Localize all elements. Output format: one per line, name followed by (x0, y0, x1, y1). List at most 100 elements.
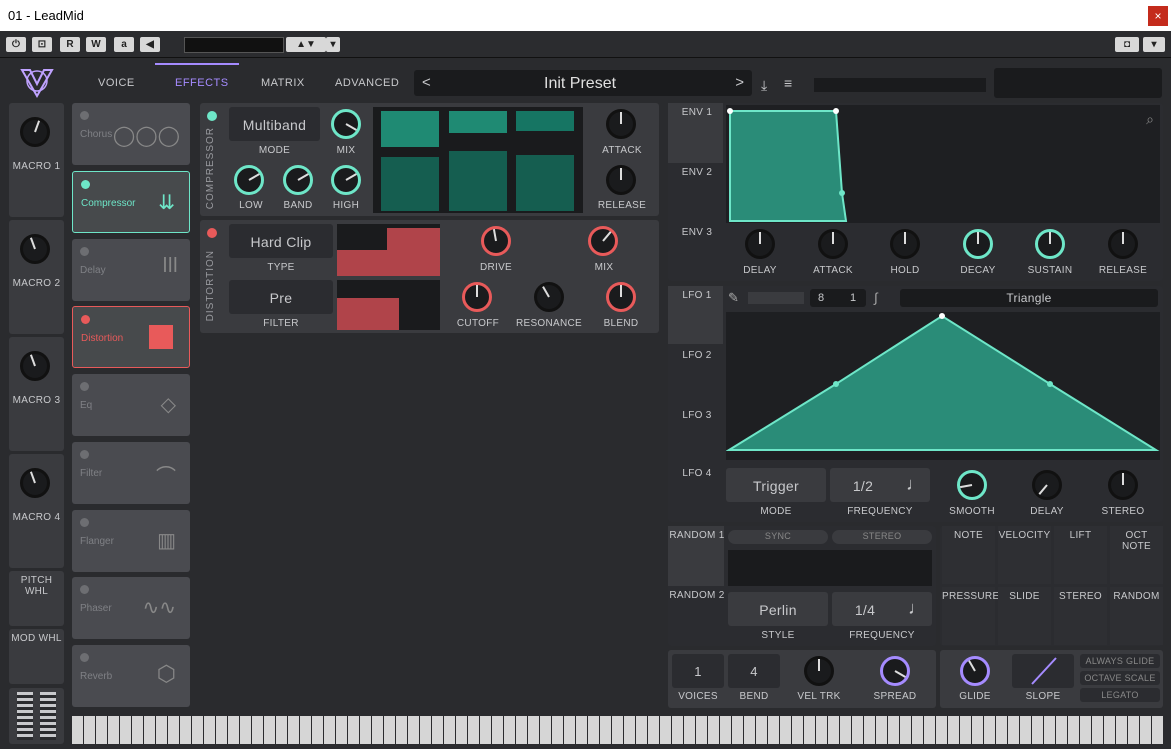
mod-source-pressure[interactable]: PRESSURE (942, 587, 999, 645)
mod-source-random[interactable]: RANDOM (1110, 587, 1163, 645)
macro-1-label[interactable]: MACRO 1 (9, 161, 64, 172)
save-icon[interactable]: ⤓ (761, 77, 767, 94)
keyboard[interactable] (72, 716, 1163, 744)
compressor-mode-select[interactable]: Multiband (229, 107, 320, 141)
mod-source-slide[interactable]: SLIDE (998, 587, 1051, 645)
random-frequency-select[interactable]: 1/4 ♩ (832, 592, 932, 626)
lfo-grid-size[interactable]: 8 1 (810, 289, 866, 307)
fx-toggle[interactable] (80, 585, 89, 594)
lfo-tab-3[interactable]: LFO 3 (668, 406, 723, 464)
random-tab-2[interactable]: RANDOM 2 (668, 586, 724, 646)
lfo-shape-selector[interactable]: Triangle (900, 289, 1158, 307)
always-glide-toggle[interactable]: ALWAYS GLIDE (1080, 654, 1160, 668)
distortion-type-select[interactable]: Hard Clip (229, 224, 333, 258)
fx-reverb[interactable]: Reverb ⬡ (72, 645, 190, 707)
compressor-band-knob[interactable] (283, 165, 313, 195)
lfo-tab-4[interactable]: LFO 4 (668, 464, 723, 522)
band-high-threshold[interactable] (516, 111, 574, 131)
host-preset-field[interactable] (184, 37, 284, 53)
distortion-mix-knob[interactable] (588, 226, 618, 256)
fx-toggle[interactable] (80, 111, 89, 120)
host-menu-icon[interactable]: ▾ (1143, 37, 1165, 52)
band-high-ratio[interactable] (516, 155, 574, 211)
distortion-drive-knob[interactable] (481, 226, 511, 256)
distortion-toggle[interactable] (207, 228, 217, 238)
fx-flanger[interactable]: Flanger ▥ (72, 510, 190, 572)
legato-toggle[interactable]: LEGATO (1080, 688, 1160, 702)
compressor-band-display[interactable] (373, 107, 583, 213)
env-sustain-knob[interactable] (1035, 229, 1065, 259)
volume-meter[interactable] (814, 78, 986, 92)
host-dropdown-icon[interactable]: ▾ (326, 37, 340, 52)
compare-icon[interactable]: ⊡ (32, 37, 52, 52)
macro-4-knob[interactable] (20, 468, 50, 498)
env-release-knob[interactable] (1108, 229, 1138, 259)
compressor-mix-knob[interactable] (331, 109, 361, 139)
random-style-select[interactable]: Perlin (728, 592, 828, 626)
tab-advanced[interactable]: ADVANCED (335, 77, 399, 89)
fx-delay[interactable]: Delay ǀǀǀ (72, 239, 190, 301)
distortion-filter-display[interactable] (337, 280, 440, 330)
macro-2-label[interactable]: MACRO 2 (9, 278, 64, 289)
fx-toggle[interactable] (80, 653, 89, 662)
lfo-waveform[interactable] (725, 312, 1160, 460)
lfo-tab-2[interactable]: LFO 2 (668, 346, 723, 404)
smooth-slider[interactable] (748, 292, 804, 304)
compressor-attack-knob[interactable] (606, 109, 636, 139)
lfo-mode-select[interactable]: Trigger (726, 468, 826, 502)
macro-1-knob[interactable] (20, 117, 50, 147)
tab-voice[interactable]: VOICE (98, 77, 135, 89)
mod-source-velocity[interactable]: VELOCITY (998, 526, 1051, 584)
lfo-grid-x[interactable]: 8 (818, 292, 824, 304)
lfo-stereo-knob[interactable] (1108, 470, 1138, 500)
env-attack-knob[interactable] (818, 229, 848, 259)
automation-icon[interactable]: a (114, 37, 134, 52)
menu-icon[interactable]: ≡ (784, 75, 792, 91)
mod-source-oct-note[interactable]: OCT NOTE (1110, 526, 1163, 584)
glide-knob[interactable] (960, 656, 990, 686)
fx-toggle[interactable] (80, 518, 89, 527)
paint-brush-icon[interactable]: ✎ (728, 290, 739, 306)
pitch-wheel-strip[interactable] (17, 692, 33, 740)
fx-toggle[interactable] (81, 315, 90, 324)
random-sync-toggle[interactable]: SYNC (728, 530, 828, 544)
band-low-ratio[interactable] (381, 157, 439, 211)
mod-wheel[interactable]: MOD WHL (9, 629, 64, 684)
camera-icon[interactable]: ◘ (1115, 37, 1139, 52)
random-tab-1[interactable]: RANDOM 1 (668, 526, 724, 586)
distortion-cutoff-knob[interactable] (462, 282, 492, 312)
env-delay-knob[interactable] (745, 229, 775, 259)
env-tab-2[interactable]: ENV 2 (668, 163, 723, 223)
mod-wheel-strip[interactable] (40, 692, 56, 740)
env-graph[interactable]: ⌕ (726, 105, 1160, 223)
distortion-filter-select[interactable]: Pre (229, 280, 333, 314)
lfo-smooth-knob[interactable] (957, 470, 987, 500)
close-button[interactable]: × (1148, 6, 1168, 26)
compressor-low-knob[interactable] (234, 165, 264, 195)
compressor-release-knob[interactable] (606, 165, 636, 195)
spread-knob[interactable] (880, 656, 910, 686)
macro-2-knob[interactable] (20, 234, 50, 264)
fx-toggle[interactable] (80, 247, 89, 256)
band-mid-ratio[interactable] (449, 151, 507, 211)
wheels-widget[interactable] (9, 688, 64, 744)
bend-field[interactable]: 4 (728, 654, 780, 688)
fx-toggle[interactable] (80, 450, 89, 459)
preset-prev-button[interactable]: < (422, 74, 431, 91)
mod-source-stereo[interactable]: STEREO (1054, 587, 1107, 645)
read-button[interactable]: R (60, 37, 80, 52)
env-tab-1[interactable]: ENV 1 (668, 103, 723, 163)
distortion-blend-knob[interactable] (606, 282, 636, 312)
env-curve[interactable] (726, 105, 1160, 223)
preset-next-button[interactable]: > (735, 74, 744, 91)
zoom-icon[interactable]: ⌕ (1146, 111, 1154, 128)
fx-filter[interactable]: Filter ⌒ (72, 442, 190, 504)
macro-3-knob[interactable] (20, 351, 50, 381)
mod-source-note[interactable]: NOTE (942, 526, 995, 584)
tab-matrix[interactable]: MATRIX (261, 77, 305, 89)
curve-icon[interactable]: ∫ (874, 290, 878, 305)
lfo-delay-knob[interactable] (1032, 470, 1062, 500)
fx-toggle[interactable] (81, 180, 90, 189)
fx-toggle[interactable] (80, 382, 89, 391)
fx-distortion[interactable]: Distortion (72, 306, 190, 368)
